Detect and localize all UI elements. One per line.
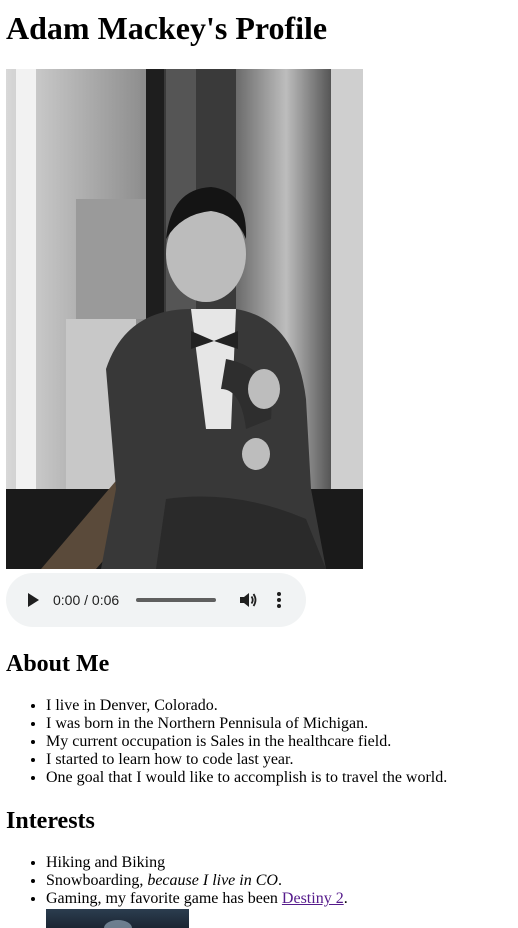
list-item: Hiking and Biking <box>46 854 348 872</box>
destiny-2-link[interactable]: Destiny 2 <box>282 890 344 907</box>
about-heading: About Me <box>6 651 110 677</box>
more-options-icon[interactable] <box>274 589 284 611</box>
list-item: One goal that I would like to accomplish… <box>46 769 447 787</box>
audio-player[interactable]: 0:00 / 0:06 <box>6 573 306 627</box>
list-item: I live in Denver, Colorado. <box>46 697 447 715</box>
profile-photo <box>6 69 363 569</box>
interest-gaming: Gaming, my favorite game has been <box>46 890 282 907</box>
audio-time: 0:00 / 0:06 <box>53 592 120 608</box>
page-title: Adam Mackey's Profile <box>6 10 328 46</box>
game-image <box>46 909 189 928</box>
about-list: I live in Denver, Colorado. I was born i… <box>6 697 447 787</box>
audio-seek-bar[interactable] <box>136 598 216 602</box>
interest-snowboarding: Snowboarding, <box>46 872 148 889</box>
interests-list: Hiking and Biking Snowboarding, because … <box>6 854 348 908</box>
volume-icon[interactable] <box>238 590 258 610</box>
interests-heading: Interests <box>6 808 95 834</box>
list-item: Gaming, my favorite game has been Destin… <box>46 890 348 908</box>
list-item: I started to learn how to code last year… <box>46 751 447 769</box>
punctuation: . <box>343 890 348 907</box>
snowboarding-note: because I live in CO <box>147 872 278 889</box>
punctuation: . <box>277 872 282 889</box>
list-item: Snowboarding, because I live in CO. <box>46 872 348 890</box>
list-item: I was born in the Northern Pennisula of … <box>46 715 447 733</box>
list-item: My current occupation is Sales in the he… <box>46 733 447 751</box>
play-icon[interactable] <box>26 593 40 607</box>
interest-hiking: Hiking and Biking <box>46 854 166 871</box>
